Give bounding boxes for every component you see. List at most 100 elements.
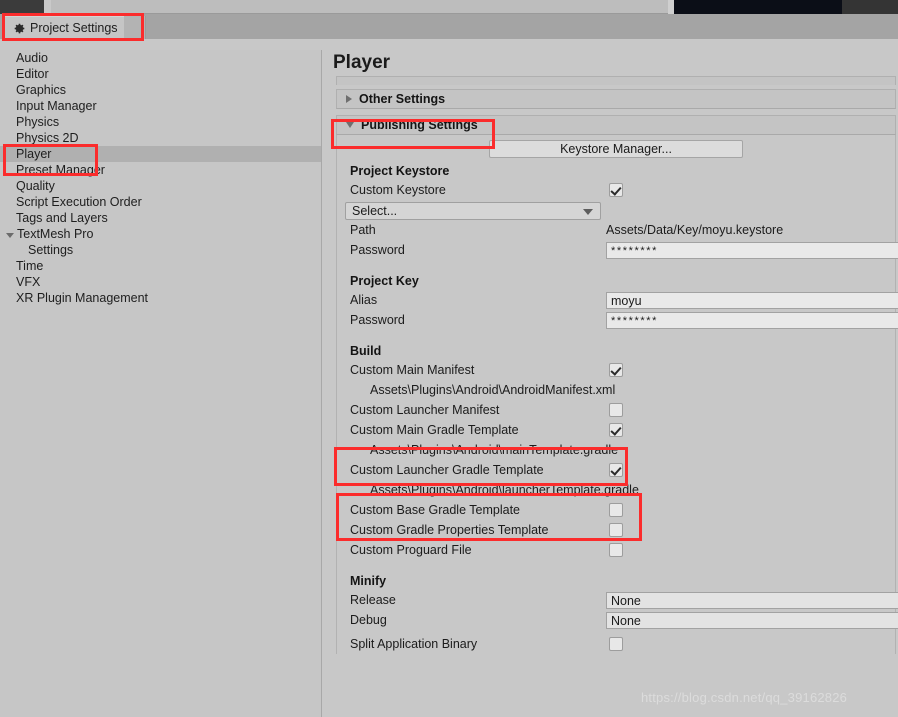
- row-custom-main-manifest[interactable]: Custom Main Manifest: [337, 360, 895, 380]
- section-header-publishing-settings[interactable]: Publishing Settings: [336, 115, 896, 135]
- keystore-manager-button[interactable]: Keystore Manager...: [489, 140, 743, 158]
- sidebar-item-label: Quality: [16, 179, 55, 193]
- custom-proguard-file-label: Custom Proguard File: [350, 543, 472, 557]
- sidebar-item-physics[interactable]: Physics: [0, 114, 321, 130]
- sidebar-item-physics-2d[interactable]: Physics 2D: [0, 130, 321, 146]
- custom-gradle-properties-template-checkbox[interactable]: [609, 523, 623, 537]
- sidebar-item-input-manager[interactable]: Input Manager: [0, 98, 321, 114]
- custom-launcher-manifest-checkbox[interactable]: [609, 403, 623, 417]
- main-panel: Player Other Settings Publishing Setting…: [331, 50, 898, 717]
- gear-icon: [14, 23, 25, 33]
- custom-main-gradle-template-checkbox[interactable]: [609, 423, 623, 437]
- sidebar-item-xr-plugin-management[interactable]: XR Plugin Management: [0, 290, 321, 306]
- keystore-path-value: Assets/Data/Key/moyu.keystore: [606, 223, 784, 237]
- sidebar-item-label: Preset Manager: [16, 163, 105, 177]
- topbar-dark-middle-region: [674, 0, 842, 14]
- minify-release-label: Release: [350, 593, 396, 607]
- sidebar-item-player[interactable]: Player: [0, 146, 321, 162]
- row-key-password[interactable]: Password ********: [337, 310, 898, 330]
- sidebar-item-script-execution-order[interactable]: Script Execution Order: [0, 194, 321, 210]
- sidebar-item-label: TextMesh Pro: [17, 227, 94, 241]
- split-application-binary-label: Split Application Binary: [350, 637, 478, 651]
- group-title-project-keystore: Project Keystore: [350, 164, 450, 178]
- custom-keystore-checkbox[interactable]: [609, 183, 623, 197]
- sidebar-item-tags-and-layers[interactable]: Tags and Layers: [0, 210, 321, 226]
- topbar-separator-left: [44, 0, 51, 14]
- custom-proguard-file-checkbox[interactable]: [609, 543, 623, 557]
- row-custom-main-gradle-template[interactable]: Custom Main Gradle Template: [337, 420, 895, 440]
- section-header-other-settings[interactable]: Other Settings: [336, 89, 896, 109]
- tab-project-settings[interactable]: Project Settings: [4, 16, 133, 39]
- tab-label: Project Settings: [30, 21, 118, 35]
- keystore-select-dropdown[interactable]: Select...: [345, 202, 601, 220]
- row-minify-debug[interactable]: Debug None: [337, 610, 898, 630]
- sidebar-item-quality[interactable]: Quality: [0, 178, 321, 194]
- settings-sidebar[interactable]: Audio Editor Graphics Input Manager Physics P…: [0, 50, 322, 717]
- sidebar-item-vfx[interactable]: VFX: [0, 274, 321, 290]
- minify-release-dropdown[interactable]: None: [606, 591, 898, 609]
- key-alias-input[interactable]: moyu: [606, 291, 898, 309]
- sidebar-item-textmesh-pro[interactable]: TextMesh Pro: [0, 226, 321, 242]
- sidebar-item-graphics[interactable]: Graphics: [0, 82, 321, 98]
- sidebar-item-preset-manager[interactable]: Preset Manager: [0, 162, 321, 178]
- chevron-down-icon: [6, 232, 14, 238]
- sidebar-item-label: Settings: [28, 243, 74, 257]
- sidebar-item-settings[interactable]: Settings: [0, 242, 321, 258]
- custom-main-gradle-template-label: Custom Main Gradle Template: [350, 423, 519, 437]
- group-title-build: Build: [350, 344, 382, 358]
- keystore-select-value: Select...: [352, 204, 398, 218]
- row-custom-keystore[interactable]: Custom Keystore: [337, 180, 895, 200]
- row-key-alias[interactable]: Alias moyu: [337, 290, 898, 310]
- sidebar-item-label: Input Manager: [16, 99, 97, 113]
- minify-debug-dropdown[interactable]: None: [606, 611, 898, 629]
- row-minify-release[interactable]: Release None: [337, 590, 898, 610]
- chevron-down-icon: [583, 209, 593, 215]
- sidebar-item-label: Audio: [16, 51, 48, 65]
- sidebar-item-label: VFX: [16, 275, 41, 289]
- sidebar-item-audio[interactable]: Audio: [0, 50, 321, 66]
- sidebar-item-label: Physics: [16, 115, 60, 129]
- sidebar-item-label: XR Plugin Management: [16, 291, 149, 305]
- section-header-clipped[interactable]: [336, 76, 896, 85]
- row-custom-gradle-properties-template[interactable]: Custom Gradle Properties Template: [337, 520, 895, 540]
- chevron-down-icon: [346, 122, 354, 128]
- keystore-password-input[interactable]: ********: [606, 241, 898, 259]
- row-keystore-path: Path Assets/Data/Key/moyu.keystore: [337, 220, 895, 240]
- custom-launcher-manifest-label: Custom Launcher Manifest: [350, 403, 500, 417]
- custom-main-manifest-checkbox[interactable]: [609, 363, 623, 377]
- row-custom-base-gradle-template[interactable]: Custom Base Gradle Template: [337, 500, 895, 520]
- window-top-bar: [0, 0, 898, 14]
- row-custom-launcher-gradle-template-path: Assets\Plugins\Android\launcherTemplate.…: [337, 480, 895, 500]
- tab-strip: Project Settings: [0, 14, 898, 39]
- group-title-minify: Minify: [350, 574, 387, 588]
- custom-launcher-gradle-template-checkbox[interactable]: [609, 463, 623, 477]
- row-keystore-password[interactable]: Password ********: [337, 240, 898, 260]
- build-rows: Custom Main Manifest Assets\Plugins\Andro…: [337, 360, 895, 560]
- section-label: Publishing Settings: [361, 118, 478, 132]
- custom-base-gradle-template-checkbox[interactable]: [609, 503, 623, 517]
- row-custom-main-manifest-path: Assets\Plugins\Android\AndroidManifest.x…: [337, 380, 895, 400]
- keystore-path-label: Path: [350, 223, 376, 237]
- sidebar-item-time[interactable]: Time: [0, 258, 321, 274]
- publishing-settings-body: Keystore Manager... Project Keystore Cus…: [336, 135, 898, 654]
- panel-body: Other Settings Publishing Settings Keyst…: [331, 76, 898, 717]
- sidebar-item-label: Time: [16, 259, 44, 273]
- key-password-label: Password: [350, 313, 405, 327]
- row-custom-launcher-gradle-template[interactable]: Custom Launcher Gradle Template: [337, 460, 895, 480]
- minify-debug-label: Debug: [350, 613, 387, 627]
- sidebar-item-label: Editor: [16, 67, 49, 81]
- sidebar-item-label: Graphics: [16, 83, 67, 97]
- tab-add-stub[interactable]: [124, 16, 146, 39]
- split-application-binary-checkbox[interactable]: [609, 637, 623, 651]
- custom-base-gradle-template-label: Custom Base Gradle Template: [350, 503, 520, 517]
- workspace: Audio Editor Graphics Input Manager Physics P…: [0, 39, 898, 717]
- group-title-project-key: Project Key: [350, 274, 419, 288]
- row-split-application-binary[interactable]: Split Application Binary: [337, 634, 895, 654]
- key-password-input[interactable]: ********: [606, 311, 898, 329]
- row-custom-proguard-file[interactable]: Custom Proguard File: [337, 540, 895, 560]
- watermark: https://blog.csdn.net/qq_39162826: [641, 690, 848, 705]
- row-custom-launcher-manifest[interactable]: Custom Launcher Manifest: [337, 400, 895, 420]
- sidebar-item-editor[interactable]: Editor: [0, 66, 321, 82]
